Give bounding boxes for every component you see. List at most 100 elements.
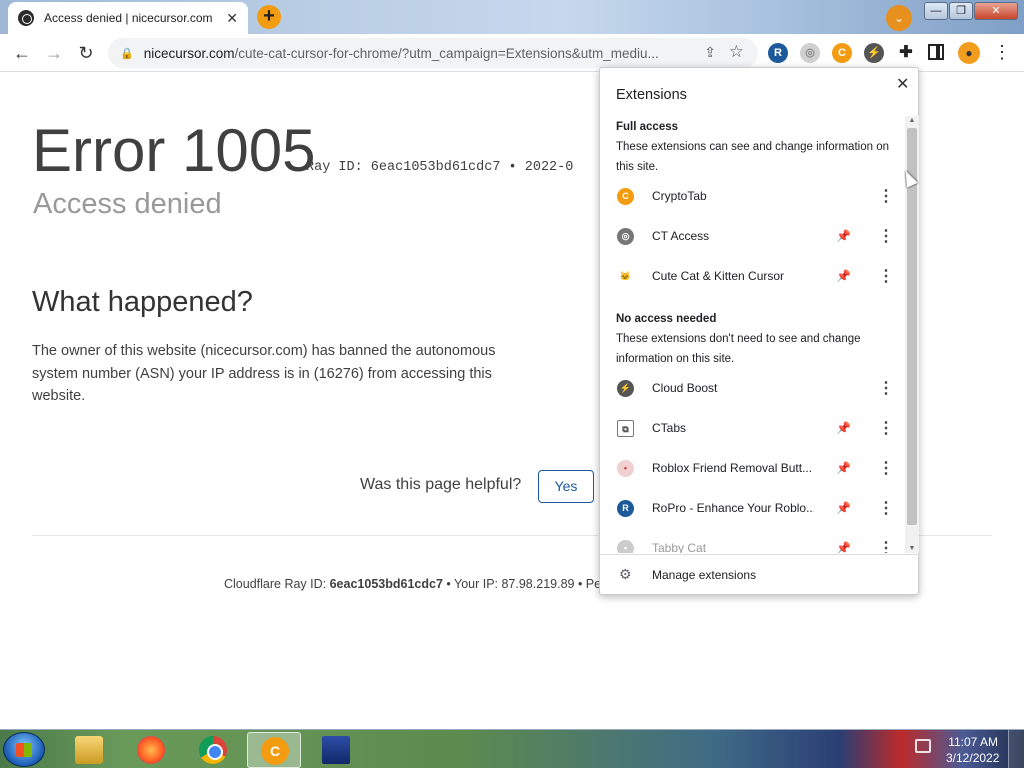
access-denied-subtitle: Access denied [33, 188, 222, 220]
pin-icon-active[interactable]: 📌 [836, 501, 851, 515]
url-path: /cute-cat-cursor-for-chrome/?utm_campaig… [234, 45, 659, 61]
window-minimize-button[interactable]: — [924, 2, 948, 20]
extension-row-cryptotab[interactable]: C CryptoTab ⋮ [600, 177, 905, 217]
pin-icon[interactable]: 📌 [836, 461, 851, 475]
taskbar-cryptotab-button[interactable]: C [247, 732, 301, 768]
ct-access-extension-icon[interactable]: ◎ [800, 43, 820, 63]
roblox-friend-removal-icon: • [617, 460, 634, 477]
clock-date[interactable]: 3/12/2022 [946, 751, 999, 765]
ropro-extension-icon[interactable]: R [768, 43, 788, 63]
cloud-boost-icon: ⚡ [617, 380, 634, 397]
bookmark-star-icon[interactable]: ☆ [729, 42, 744, 62]
new-tab-button[interactable]: + [257, 5, 281, 29]
extension-name: Tabby Cat [652, 541, 707, 553]
gear-icon: ⚙ [619, 566, 632, 582]
tab-title: Access denied | nicecursor.com [44, 11, 213, 25]
extensions-puzzle-icon[interactable]: ✚ [896, 43, 916, 63]
cryptotab-icon: C [261, 737, 289, 765]
what-happened-text: The owner of this website (nicecursor.co… [32, 343, 496, 404]
extensions-list[interactable]: Full access These extensions can see and… [600, 116, 905, 553]
taskbar-explorer-button[interactable] [62, 732, 116, 768]
pin-icon[interactable]: 📌 [836, 269, 851, 283]
taskbar-network-button[interactable] [309, 732, 363, 768]
more-options-icon[interactable]: ⋮ [878, 458, 894, 478]
extension-row-roblox-friend-removal[interactable]: • Roblox Friend Removal Butt... 📌 ⋮ [600, 449, 905, 489]
forward-button[interactable]: → [42, 41, 66, 65]
start-button[interactable] [3, 732, 45, 767]
more-options-icon[interactable]: ⋮ [878, 498, 894, 518]
extension-row-tabby-cat[interactable]: • Tabby Cat 📌 ⋮ [600, 529, 905, 553]
scrollbar-thumb[interactable] [907, 128, 917, 525]
network-icon [322, 736, 350, 764]
side-panel-icon[interactable] [928, 44, 944, 60]
more-options-icon[interactable]: ⋮ [878, 538, 894, 553]
chrome-icon [199, 736, 227, 764]
ray-id-line: Ray ID: 6eac1053bd61cdc7 • 2022-0 [306, 160, 574, 175]
extension-row-ropro[interactable]: R RoPro - Enhance Your Roblo... 📌 ⋮ [600, 489, 905, 529]
what-happened-heading: What happened? [32, 286, 253, 318]
ct-access-icon: ◎ [617, 228, 634, 245]
more-options-icon[interactable]: ⋮ [878, 266, 894, 286]
extensions-popup-title: Extensions [616, 87, 687, 103]
extensions-popup: Extensions ✕ Full access These extension… [599, 67, 920, 595]
yes-button[interactable]: Yes [538, 470, 594, 503]
helpful-question: Was this page helpful? [360, 476, 522, 493]
cryptotab-extension-icon[interactable]: C [832, 43, 852, 63]
globe-icon [18, 10, 34, 26]
window-close-button[interactable]: ✕ [974, 2, 1018, 20]
manage-extensions-button[interactable]: ⚙ Manage extensions [600, 555, 920, 595]
more-options-icon[interactable]: ⋮ [878, 378, 894, 398]
network-tray-icon[interactable] [915, 739, 931, 753]
extension-row-ct-access[interactable]: ◎ CT Access 📌 ⋮ [600, 217, 905, 257]
url-text[interactable]: nicecursor.com/cute-cat-cursor-for-chrom… [144, 46, 689, 61]
cute-cat-icon: 🐱 [617, 268, 634, 285]
profile-avatar-icon[interactable]: ● [958, 42, 980, 64]
tab-close-icon[interactable]: ✕ [226, 10, 238, 27]
show-desktop-button[interactable] [1008, 730, 1024, 768]
reload-button[interactable]: ↻ [74, 41, 98, 65]
close-icon[interactable]: ✕ [896, 74, 909, 94]
scroll-down-arrow-icon[interactable]: ▼ [905, 544, 919, 554]
more-options-icon[interactable]: ⋮ [878, 226, 894, 246]
taskbar-firefox-button[interactable] [124, 732, 178, 768]
pin-icon[interactable]: 📌 [836, 229, 851, 243]
footer-ip-text: • Your IP: 87.98.219.89 • Pe [446, 577, 602, 591]
tab-active[interactable]: Access denied | nicecursor.com ✕ [8, 2, 248, 34]
extension-name: CT Access [652, 229, 710, 243]
extension-row-cloud-boost[interactable]: ⚡ Cloud Boost ⋮ [600, 369, 905, 409]
cloud-boost-extension-icon[interactable]: ⚡ [864, 43, 884, 63]
share-icon[interactable]: ⇪ [704, 44, 716, 61]
tab-strip: Access denied | nicecursor.com ✕ + ⌄ — ❐… [0, 0, 1024, 34]
extension-row-cute-cat[interactable]: 🐱 Cute Cat & Kitten Cursor 📌 ⋮ [600, 257, 905, 297]
windows-taskbar: C 11:07 AM 3/12/2022 [0, 729, 1024, 768]
window-maximize-button[interactable]: ❐ [949, 2, 973, 20]
address-bar[interactable]: 🔒 nicecursor.com/cute-cat-cursor-for-chr… [108, 38, 758, 68]
pin-icon-active[interactable]: 📌 [836, 541, 851, 553]
extension-name: Roblox Friend Removal Butt... [652, 461, 813, 475]
cloudflare-footer: Cloudflare Ray ID: 6eac1053bd61cdc7 • Yo… [224, 577, 601, 591]
tabby-cat-icon: • [617, 540, 634, 553]
clock-time[interactable]: 11:07 AM [946, 735, 998, 749]
extension-name: RoPro - Enhance Your Roblo... [652, 501, 814, 515]
extension-name: CTabs [652, 421, 687, 435]
lock-icon[interactable]: 🔒 [120, 47, 134, 60]
taskbar-chrome-button[interactable] [186, 732, 240, 768]
footer-ray-id: 6eac1053bd61cdc7 [329, 577, 443, 591]
url-host: nicecursor.com [143, 45, 235, 61]
pin-icon[interactable]: 📌 [836, 421, 851, 435]
extension-name: Cute Cat & Kitten Cursor [652, 269, 785, 283]
chrome-menu-icon[interactable]: ⋮ [992, 42, 1012, 64]
manage-extensions-label: Manage extensions [652, 568, 757, 582]
full-access-description: These extensions can see and change info… [616, 141, 889, 173]
more-options-icon[interactable]: ⋮ [878, 418, 894, 438]
folder-icon [75, 736, 103, 764]
no-access-description: These extensions don't need to see and c… [616, 333, 861, 365]
extension-row-ctabs[interactable]: ⧉ CTabs 📌 ⋮ [600, 409, 905, 449]
scroll-up-arrow-icon[interactable]: ▲ [905, 116, 919, 126]
more-options-icon[interactable]: ⋮ [878, 186, 894, 206]
tab-search-button[interactable]: ⌄ [886, 5, 912, 31]
cryptotab-icon: C [617, 188, 634, 205]
back-button[interactable]: ← [10, 41, 34, 65]
extension-name: CryptoTab [652, 189, 707, 203]
no-access-heading: No access needed [616, 313, 717, 325]
